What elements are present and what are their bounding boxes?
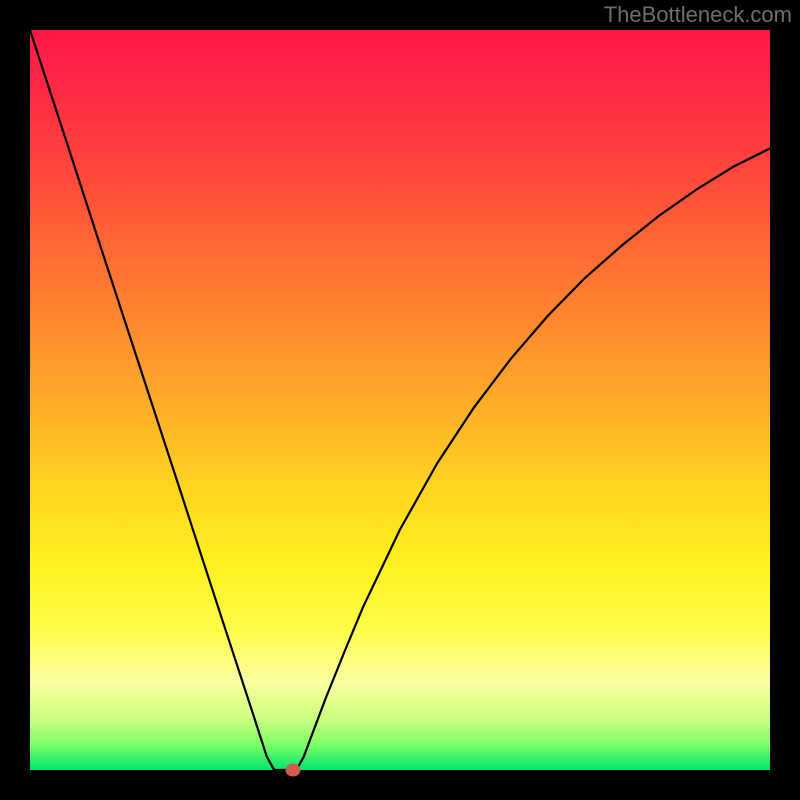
- curve-svg: [30, 30, 770, 770]
- optimal-point-marker: [285, 764, 300, 777]
- bottleneck-curve: [30, 30, 770, 770]
- plot-area: [30, 30, 770, 770]
- chart-frame: TheBottleneck.com: [0, 0, 800, 800]
- watermark-text: TheBottleneck.com: [604, 2, 792, 28]
